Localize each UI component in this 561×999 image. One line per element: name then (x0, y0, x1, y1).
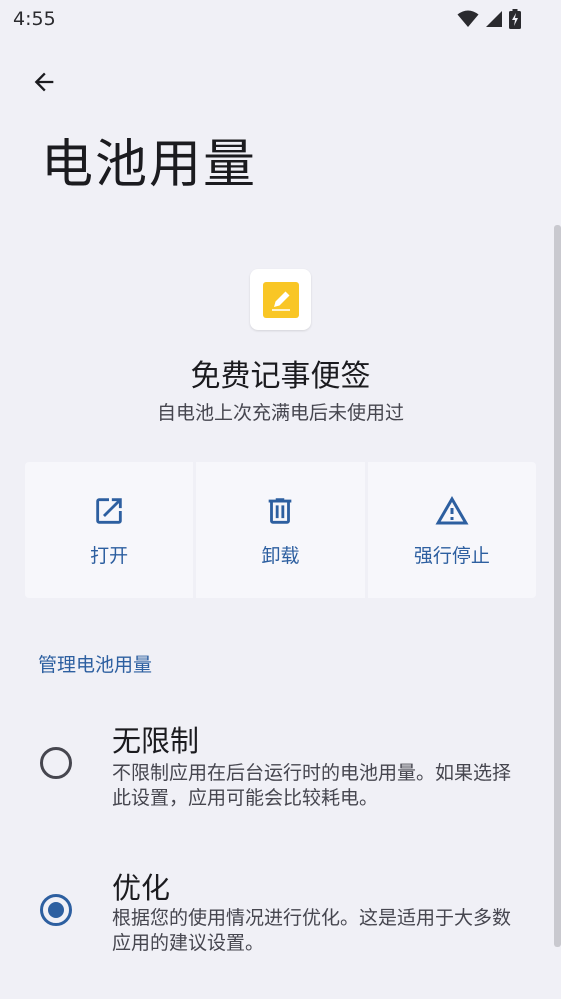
trash-icon (263, 493, 297, 529)
section-header: 管理电池用量 (38, 654, 153, 676)
option-optimized[interactable]: 优化 根据您的使用情况进行优化。这是适用于大多数应用的建议设置。 (0, 848, 552, 983)
back-button[interactable] (22, 60, 66, 104)
arrow-back-icon (34, 72, 54, 92)
open-external-icon (92, 493, 126, 529)
option-description: 不限制应用在后台运行时的电池用量。如果选择此设置，应用可能会比较耗电。 (112, 762, 512, 809)
app-actions: 打开 卸载 强行停止 (25, 462, 536, 598)
wifi-icon (457, 10, 479, 27)
scrollbar[interactable] (554, 225, 561, 947)
force-stop-button[interactable]: 强行停止 (367, 462, 536, 598)
battery-usage-screen: 4:55 电池用量 免费记事便签 自电池上次充满电后未使用过 打开 卸载 强行停… (0, 0, 561, 999)
app-usage-status: 自电池上次充满电后未使用过 (156, 402, 404, 424)
open-app-label: 打开 (90, 544, 129, 567)
status-bar: 4:55 (0, 0, 561, 38)
radio-optimized[interactable] (40, 894, 72, 926)
app-name: 免费记事便签 (190, 359, 371, 394)
status-time: 4:55 (13, 8, 56, 30)
warning-icon (434, 493, 470, 529)
page-title: 电池用量 (41, 135, 258, 195)
radio-unrestricted[interactable] (40, 747, 72, 779)
cellular-signal-icon (486, 11, 502, 27)
force-stop-label: 强行停止 (413, 544, 490, 567)
option-title: 无限制 (112, 724, 200, 758)
open-app-button[interactable]: 打开 (25, 462, 194, 598)
status-icons (457, 9, 521, 29)
option-title: 优化 (112, 871, 171, 905)
battery-charging-icon (509, 9, 521, 29)
uninstall-label: 卸载 (261, 544, 300, 567)
option-unrestricted[interactable]: 无限制 不限制应用在后台运行时的电池用量。如果选择此设置，应用可能会比较耗电。 (0, 700, 552, 835)
uninstall-button[interactable]: 卸载 (196, 462, 365, 598)
app-icon (250, 269, 311, 330)
note-pencil-icon (262, 281, 299, 318)
option-description: 根据您的使用情况进行优化。这是适用于大多数应用的建议设置。 (112, 907, 512, 954)
